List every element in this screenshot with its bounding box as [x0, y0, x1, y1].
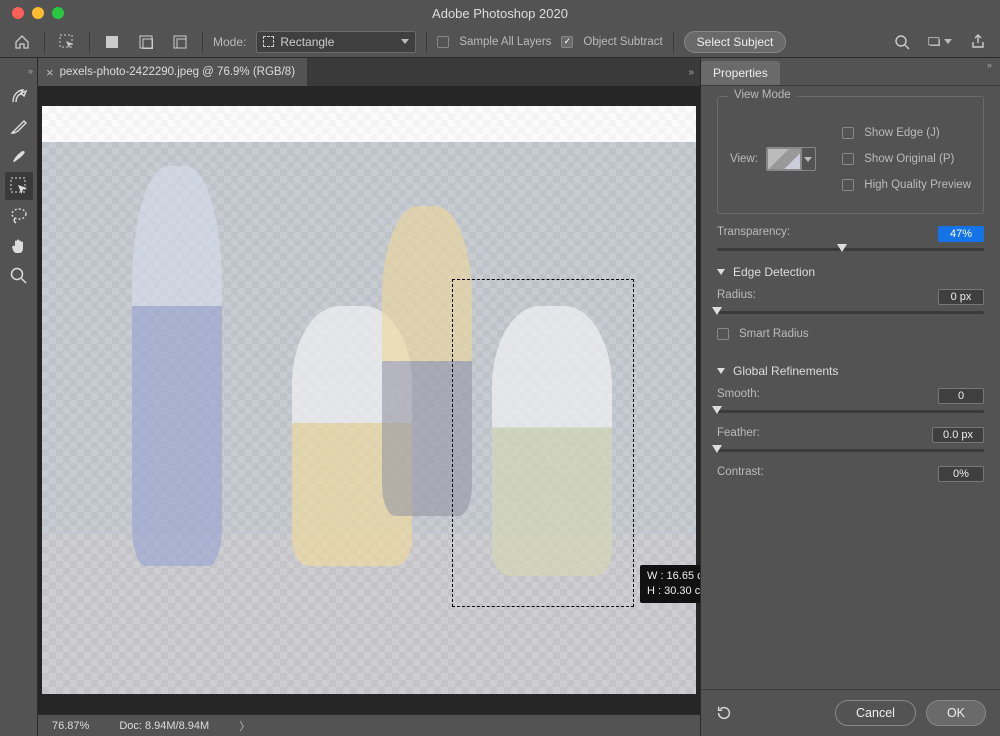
chevron-down-icon — [401, 39, 409, 44]
contrast-label: Contrast: — [717, 466, 764, 482]
transparency-slider[interactable]: Transparency: 47% — [717, 226, 984, 251]
canvas[interactable]: W : 16.65 cm H : 30.30 cm — [42, 106, 696, 694]
slider-knob[interactable] — [712, 406, 722, 414]
feather-label: Feather: — [717, 427, 760, 443]
window-titlebar: Adobe Photoshop 2020 — [0, 0, 1000, 26]
quick-select-tool[interactable] — [5, 82, 33, 110]
home-button[interactable] — [10, 30, 34, 54]
close-tab-icon[interactable]: × — [46, 65, 54, 80]
mode-value: Rectangle — [280, 35, 334, 49]
panel-collapse-icon[interactable]: » — [987, 60, 992, 70]
chevron-down-icon — [717, 368, 725, 374]
properties-panel: » Properties View Mode View: Show Edge (… — [700, 58, 1000, 736]
mode-select[interactable]: Rectangle — [256, 31, 416, 53]
chevron-down-icon — [804, 157, 812, 162]
slider-knob[interactable] — [712, 307, 722, 315]
panel-footer: Cancel OK — [701, 689, 1000, 736]
doc-size-status[interactable]: Doc: 8.94M/8.94M — [119, 720, 209, 732]
app-title: Adobe Photoshop 2020 — [0, 6, 1000, 21]
smooth-label: Smooth: — [717, 388, 760, 404]
canvas-area[interactable]: W : 16.65 cm H : 30.30 cm — [38, 86, 700, 714]
object-subtract-checkbox[interactable]: Object Subtract — [561, 36, 662, 48]
smooth-slider[interactable]: Smooth: 0 — [717, 388, 984, 413]
slider-knob[interactable] — [837, 244, 847, 252]
share-icon[interactable] — [966, 30, 990, 54]
smooth-value[interactable]: 0 — [938, 388, 984, 404]
transparency-label: Transparency: — [717, 226, 790, 242]
sample-all-layers-checkbox: Sample All Layers — [437, 36, 551, 48]
view-mode-title: View Mode — [728, 89, 797, 101]
view-thumbnail-select[interactable] — [766, 147, 816, 171]
view-thumbnail — [767, 148, 801, 170]
hand-tool[interactable] — [5, 232, 33, 260]
cancel-button[interactable]: Cancel — [835, 700, 916, 726]
zoom-window-button[interactable] — [52, 7, 64, 19]
smart-radius-checkbox[interactable]: Smart Radius — [717, 328, 984, 340]
show-original-checkbox[interactable]: Show Original (P) — [842, 153, 971, 165]
status-bar: 76.87% Doc: 8.94M/8.94M 〉 — [38, 714, 700, 736]
refine-brush-tool[interactable] — [5, 112, 33, 140]
contrast-slider[interactable]: Contrast: 0% — [717, 466, 984, 482]
show-edge-checkbox: Show Edge (J) — [842, 127, 971, 139]
slider-knob[interactable] — [712, 445, 722, 453]
add-selection-icon[interactable] — [134, 30, 158, 54]
radius-slider[interactable]: Radius: 0 px — [717, 289, 984, 314]
properties-tab[interactable]: Properties — [701, 61, 780, 85]
chevron-down-icon — [717, 269, 725, 275]
toolbar: » — [0, 58, 38, 736]
radius-label: Radius: — [717, 289, 756, 305]
select-subject-button[interactable]: Select Subject — [684, 31, 787, 53]
new-selection-icon[interactable] — [100, 30, 124, 54]
document-tab-title: pexels-photo-2422290.jpeg @ 76.9% (RGB/8… — [60, 66, 295, 78]
status-flyout-icon[interactable]: 〉 — [239, 718, 250, 734]
close-window-button[interactable] — [12, 7, 24, 19]
object-select-tool[interactable] — [5, 172, 33, 200]
minimize-window-button[interactable] — [32, 7, 44, 19]
options-bar: Mode: Rectangle Sample All Layers Object… — [0, 26, 1000, 58]
radius-value[interactable]: 0 px — [938, 289, 984, 305]
contrast-value[interactable]: 0% — [938, 466, 984, 482]
selection-marquee[interactable] — [452, 279, 634, 607]
search-icon[interactable] — [890, 30, 914, 54]
zoom-status[interactable]: 76.87% — [52, 720, 89, 732]
subtract-selection-icon[interactable] — [168, 30, 192, 54]
document-area: × pexels-photo-2422290.jpeg @ 76.9% (RGB… — [38, 58, 700, 736]
zoom-tool[interactable] — [5, 262, 33, 290]
view-label: View: — [730, 153, 758, 165]
window-controls — [0, 7, 64, 19]
edge-detection-header[interactable]: Edge Detection — [717, 265, 984, 279]
reset-button[interactable] — [715, 704, 825, 722]
brush-tool[interactable] — [5, 142, 33, 170]
ok-button[interactable]: OK — [926, 700, 986, 726]
feather-slider[interactable]: Feather: 0.0 px — [717, 427, 984, 452]
selection-size-tooltip: W : 16.65 cm H : 30.30 cm — [640, 565, 700, 603]
feather-value[interactable]: 0.0 px — [932, 427, 984, 443]
mode-label: Mode: — [213, 35, 246, 49]
document-tab[interactable]: × pexels-photo-2422290.jpeg @ 76.9% (RGB… — [38, 58, 307, 86]
screen-mode-icon[interactable] — [928, 30, 952, 54]
hq-preview-checkbox[interactable]: High Quality Preview — [842, 179, 971, 191]
transparency-value[interactable]: 47% — [938, 226, 984, 242]
object-select-tool-icon[interactable] — [55, 30, 79, 54]
lasso-tool[interactable] — [5, 202, 33, 230]
collapse-toolbar-icon[interactable]: » — [28, 66, 37, 76]
global-refinements-header[interactable]: Global Refinements — [717, 364, 984, 378]
view-mode-group: View Mode View: Show Edge (J) Show Origi… — [717, 96, 984, 214]
tab-overflow-icon[interactable]: » — [688, 67, 694, 78]
document-tabs: × pexels-photo-2422290.jpeg @ 76.9% (RGB… — [38, 58, 700, 86]
panel-header: Properties — [701, 58, 1000, 86]
